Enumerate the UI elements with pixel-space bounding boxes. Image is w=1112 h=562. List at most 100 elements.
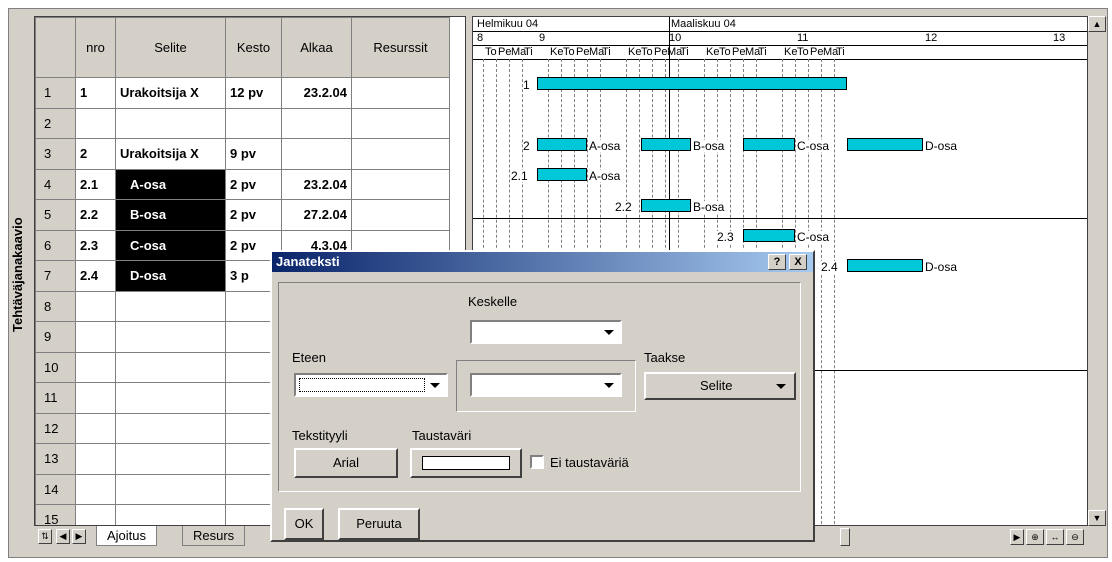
table-row[interactable]: 4 2.1 A-osa 2 pv 23.2.04 bbox=[35, 168, 450, 200]
cell-res[interactable] bbox=[351, 138, 450, 170]
cell-kesto[interactable]: 9 pv bbox=[225, 138, 282, 170]
tab-resurssit[interactable]: Resurs bbox=[182, 526, 246, 546]
row-number[interactable]: 8 bbox=[35, 290, 76, 322]
no-bg-checkbox[interactable] bbox=[530, 455, 544, 469]
cell-alkaa[interactable] bbox=[281, 107, 352, 139]
cell-nro[interactable] bbox=[75, 107, 116, 139]
cell-nro[interactable] bbox=[75, 321, 116, 353]
cell-selite[interactable]: Urakoitsija X bbox=[115, 138, 226, 170]
cell-nro[interactable]: 2.3 bbox=[75, 229, 116, 261]
eteen-select[interactable] bbox=[294, 373, 448, 397]
scroll-down-icon[interactable]: ▼ bbox=[1088, 510, 1106, 526]
cell-selite[interactable] bbox=[115, 412, 226, 444]
row-number[interactable]: 10 bbox=[35, 351, 76, 383]
row-number[interactable]: 15 bbox=[35, 504, 76, 525]
cell-selite[interactable]: C-osa bbox=[115, 229, 226, 261]
cell-nro[interactable] bbox=[75, 443, 116, 475]
prev-tab-button[interactable]: ◀ bbox=[56, 529, 70, 544]
cell-alkaa[interactable]: 23.2.04 bbox=[281, 77, 352, 109]
cell-alkaa[interactable]: 27.2.04 bbox=[281, 199, 352, 231]
cell-selite[interactable] bbox=[115, 351, 226, 383]
cell-kesto[interactable]: 2 pv bbox=[225, 199, 282, 231]
cell-selite[interactable] bbox=[115, 443, 226, 475]
cell-selite[interactable]: B-osa bbox=[115, 199, 226, 231]
row-number[interactable]: 5 bbox=[35, 199, 76, 231]
table-row[interactable]: 1 1 Urakoitsija X 12 pv 23.2.04 bbox=[35, 77, 450, 109]
gantt-bar-1[interactable] bbox=[537, 77, 847, 90]
cell-nro[interactable]: 2.4 bbox=[75, 260, 116, 292]
row-number[interactable]: 4 bbox=[35, 168, 76, 200]
fit-width-icon[interactable]: ↔ bbox=[1046, 529, 1064, 545]
cell-selite[interactable]: A-osa bbox=[115, 168, 226, 200]
cell-res[interactable] bbox=[351, 168, 450, 200]
cell-nro[interactable] bbox=[75, 382, 116, 414]
vertical-scrollbar[interactable]: ▲ ▼ bbox=[1088, 16, 1106, 526]
close-button[interactable]: X bbox=[789, 254, 807, 270]
scroll-up-icon[interactable]: ▲ bbox=[1088, 16, 1106, 32]
row-number[interactable]: 13 bbox=[35, 443, 76, 475]
cell-res[interactable] bbox=[351, 77, 450, 109]
next-tab-button[interactable]: ▶ bbox=[72, 529, 86, 544]
column-header[interactable]: Selite bbox=[115, 17, 226, 78]
scroll-right-icon[interactable]: ▶ bbox=[1010, 529, 1024, 545]
cell-nro[interactable]: 1 bbox=[75, 77, 116, 109]
row-number[interactable]: 3 bbox=[35, 138, 76, 170]
cell-nro[interactable] bbox=[75, 504, 116, 525]
gantt-bar-2-3[interactable] bbox=[743, 229, 795, 242]
row-number[interactable]: 9 bbox=[35, 321, 76, 353]
cell-kesto[interactable]: 2 pv bbox=[225, 168, 282, 200]
scroll-thumb[interactable] bbox=[840, 528, 850, 546]
row-number[interactable]: 6 bbox=[35, 229, 76, 261]
cell-selite[interactable] bbox=[115, 321, 226, 353]
cell-selite[interactable] bbox=[115, 290, 226, 322]
cell-selite[interactable] bbox=[115, 382, 226, 414]
gantt-bar-2c[interactable] bbox=[743, 138, 795, 151]
table-row[interactable]: 2 bbox=[35, 107, 450, 139]
gantt-bar-2-1[interactable] bbox=[537, 168, 587, 181]
sort-icon[interactable]: ⇅ bbox=[38, 529, 52, 544]
keskelle-select[interactable] bbox=[470, 320, 622, 344]
cell-nro[interactable] bbox=[75, 351, 116, 383]
table-row[interactable]: 5 2.2 B-osa 2 pv 27.2.04 bbox=[35, 199, 450, 231]
cell-kesto[interactable] bbox=[225, 107, 282, 139]
gantt-bar-2d[interactable] bbox=[847, 138, 923, 151]
gantt-bar-2-2[interactable] bbox=[641, 199, 691, 212]
gantt-bar-2b[interactable] bbox=[641, 138, 691, 151]
font-button[interactable]: Arial bbox=[294, 448, 398, 478]
bg-color-button[interactable] bbox=[410, 448, 522, 478]
cell-nro[interactable]: 2 bbox=[75, 138, 116, 170]
row-number[interactable]: 1 bbox=[35, 77, 76, 109]
column-header[interactable]: Kesto bbox=[225, 17, 282, 78]
gantt-bar-2-4[interactable] bbox=[847, 259, 923, 272]
zoom-in-icon[interactable]: ⊕ bbox=[1026, 529, 1044, 545]
column-header[interactable]: Alkaa bbox=[281, 17, 352, 78]
cell-alkaa[interactable]: 23.2.04 bbox=[281, 168, 352, 200]
cell-nro[interactable] bbox=[75, 290, 116, 322]
row-number[interactable]: 11 bbox=[35, 382, 76, 414]
column-header[interactable]: nro bbox=[75, 17, 116, 78]
zoom-out-icon[interactable]: ⊖ bbox=[1066, 529, 1084, 545]
cell-selite[interactable] bbox=[115, 107, 226, 139]
column-header[interactable] bbox=[35, 17, 76, 78]
cell-selite[interactable] bbox=[115, 473, 226, 505]
gantt-bar-2a[interactable] bbox=[537, 138, 587, 151]
row-number[interactable]: 7 bbox=[35, 260, 76, 292]
cell-res[interactable] bbox=[351, 199, 450, 231]
cell-nro[interactable] bbox=[75, 412, 116, 444]
help-button[interactable]: ? bbox=[768, 254, 786, 270]
cell-selite[interactable]: Urakoitsija X bbox=[115, 77, 226, 109]
row-number[interactable]: 14 bbox=[35, 473, 76, 505]
cell-kesto[interactable]: 12 pv bbox=[225, 77, 282, 109]
row-number[interactable]: 12 bbox=[35, 412, 76, 444]
cell-selite[interactable] bbox=[115, 504, 226, 525]
column-header[interactable]: Resurssit bbox=[351, 17, 450, 78]
cell-nro[interactable]: 2.1 bbox=[75, 168, 116, 200]
middle-select[interactable] bbox=[470, 373, 622, 397]
row-number[interactable]: 2 bbox=[35, 107, 76, 139]
table-row[interactable]: 3 2 Urakoitsija X9 pv bbox=[35, 138, 450, 170]
cancel-button[interactable]: Peruuta bbox=[338, 508, 420, 540]
cell-res[interactable] bbox=[351, 107, 450, 139]
cell-nro[interactable] bbox=[75, 473, 116, 505]
ok-button[interactable]: OK bbox=[284, 508, 324, 540]
cell-alkaa[interactable] bbox=[281, 138, 352, 170]
